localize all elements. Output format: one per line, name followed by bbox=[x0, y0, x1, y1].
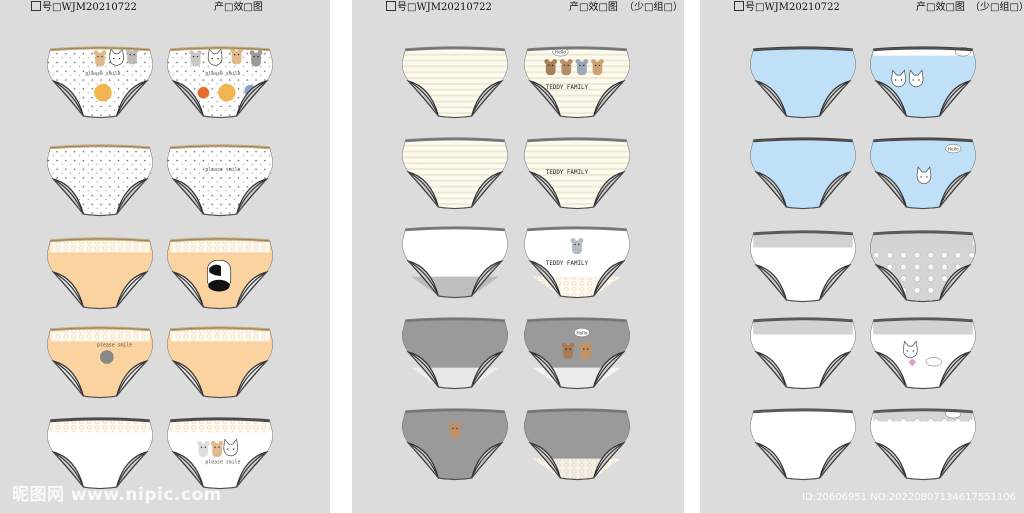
watermark-id: ID:20606951 NO:20220807134617551106 bbox=[802, 492, 1016, 503]
header-group-mid: （少□组□） bbox=[624, 2, 683, 13]
brief-peach-lace bbox=[45, 233, 155, 311]
gutter-1 bbox=[330, 0, 352, 513]
brief-cream-stripe bbox=[400, 42, 510, 120]
watermark-site: 昵图网 www.nipic.com bbox=[12, 485, 222, 505]
svg-text:Hello: Hello bbox=[555, 50, 566, 56]
brief-white-gray-waist bbox=[400, 222, 510, 300]
brief-gray-band bbox=[400, 313, 510, 391]
brief-white-cat-border bbox=[868, 404, 978, 482]
svg-text:please smile: please smile bbox=[97, 342, 132, 348]
brief-white-cat-heart bbox=[868, 313, 978, 391]
brief-peach-cow bbox=[165, 233, 275, 311]
brief-teddy-family: Hello TEDDY FAMILY bbox=[522, 42, 632, 120]
cow-motif bbox=[206, 259, 232, 292]
gutter-mark bbox=[330, 100, 352, 101]
header-code-left: 号□WJM20210722 bbox=[30, 0, 137, 13]
brief-speckle-plain bbox=[45, 140, 155, 218]
svg-text:Hello: Hello bbox=[948, 146, 959, 152]
brief-sky-cats bbox=[868, 42, 978, 120]
header-title-left: 产□效□图 bbox=[214, 2, 263, 13]
header-code-right: 号□WJM20210722 bbox=[733, 0, 840, 13]
brief-peach-cat: please smile bbox=[45, 322, 155, 400]
gutter-2 bbox=[684, 0, 700, 513]
brief-gray-light bbox=[748, 226, 858, 304]
svg-text:TEDDY FAMILY: TEDDY FAMILY bbox=[546, 170, 589, 176]
svg-text:please smile: please smile bbox=[205, 71, 240, 77]
brief-gray-waist-white bbox=[748, 313, 858, 391]
svg-text:TEDDY FAMILY: TEDDY FAMILY bbox=[546, 85, 589, 91]
brief-sky-plain-2 bbox=[748, 133, 858, 211]
svg-text:please smile: please smile bbox=[85, 71, 120, 77]
brief-animals-plain: please smile bbox=[45, 42, 155, 120]
svg-text:TEDDY FAMILY: TEDDY FAMILY bbox=[546, 261, 589, 267]
svg-text:Hello: Hello bbox=[576, 330, 587, 336]
speech-bubble: Hello bbox=[573, 327, 590, 338]
brief-speckle-print: please smile bbox=[165, 140, 275, 218]
brief-cream-stripe-2 bbox=[400, 133, 510, 211]
brief-sky-plain bbox=[748, 42, 858, 120]
brief-peach-plain bbox=[165, 322, 275, 400]
speech-bubble: Hello bbox=[945, 143, 962, 154]
brief-animals-full: please smile bbox=[165, 42, 275, 120]
brief-gray-bears: Hello bbox=[522, 313, 632, 391]
header-title-mid: 产□效□图 bbox=[569, 2, 618, 13]
speech-bubble bbox=[925, 357, 942, 367]
brief-gray-bear-small bbox=[400, 404, 510, 482]
brief-sky-cat: Hello bbox=[868, 133, 978, 211]
header-group-right: （少□组□） bbox=[970, 2, 1024, 13]
brief-cat-pattern bbox=[868, 226, 978, 304]
svg-text:please smile: please smile bbox=[205, 460, 240, 466]
header-code-mid: 号□WJM20210722 bbox=[385, 0, 492, 13]
brief-gray-lace bbox=[522, 404, 632, 482]
brief-teddy-family-text: TEDDY FAMILY bbox=[522, 133, 632, 211]
svg-text:please smile: please smile bbox=[205, 167, 240, 173]
header-title-right: 产□效□图 bbox=[916, 2, 965, 13]
gutter-mark bbox=[330, 385, 352, 386]
brief-white-plain bbox=[748, 404, 858, 482]
brief-white-teddy: TEDDY FAMILY bbox=[522, 222, 632, 300]
